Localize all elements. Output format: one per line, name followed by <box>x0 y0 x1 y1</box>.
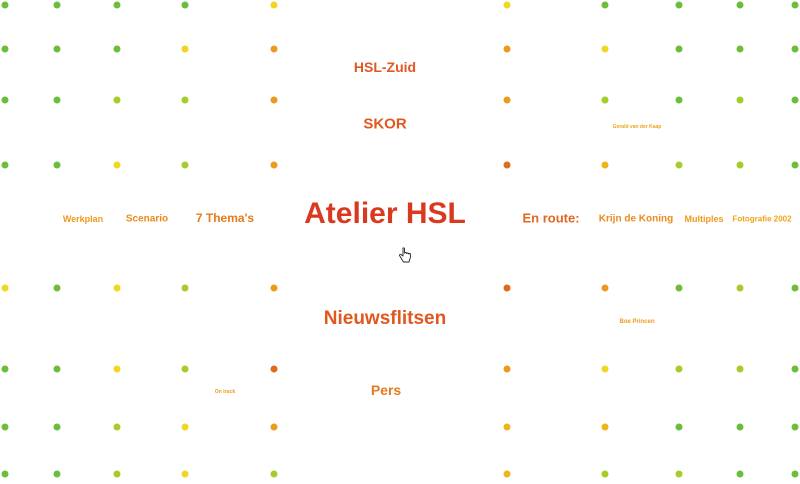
grid-dot <box>181 284 189 292</box>
nav-top-tiny[interactable] <box>636 18 637 23</box>
nav-scenario[interactable]: Scenario <box>126 214 168 225</box>
grid-dot <box>113 470 121 478</box>
grid-dot <box>675 423 683 431</box>
grid-dot <box>601 365 609 373</box>
grid-dot <box>503 284 511 292</box>
grid-dot <box>53 45 61 53</box>
grid-dot <box>181 470 189 478</box>
grid-dot <box>503 161 511 169</box>
grid-dot <box>53 365 61 373</box>
grid-dot <box>181 96 189 104</box>
grid-dot <box>791 45 799 53</box>
grid-dot <box>270 161 278 169</box>
grid-dot <box>791 423 799 431</box>
nav-boe-princen[interactable]: Boe Princen <box>619 319 654 325</box>
grid-dot <box>503 1 511 9</box>
nav-top-tiny-2[interactable] <box>636 66 637 71</box>
grid-dot <box>270 1 278 9</box>
grid-dot <box>791 365 799 373</box>
grid-dot <box>601 96 609 104</box>
grid-dot <box>736 365 744 373</box>
grid-dot <box>675 161 683 169</box>
nav-en-route[interactable]: En route: <box>522 211 579 226</box>
grid-dot <box>53 161 61 169</box>
grid-dot <box>503 96 511 104</box>
nav-on-track[interactable]: On track <box>215 389 235 395</box>
grid-dot <box>270 45 278 53</box>
grid-dot <box>270 284 278 292</box>
grid-dot <box>503 423 511 431</box>
grid-dot <box>503 470 511 478</box>
grid-dot <box>601 161 609 169</box>
grid-dot <box>736 96 744 104</box>
grid-dot <box>113 284 121 292</box>
grid-dot <box>113 45 121 53</box>
grid-dot <box>791 284 799 292</box>
grid-dot <box>1 96 9 104</box>
grid-dot <box>503 365 511 373</box>
nav-skor[interactable]: SKOR <box>363 116 406 133</box>
grid-dot <box>1 45 9 53</box>
grid-dot <box>181 45 189 53</box>
nav-nieuwsflitsen[interactable]: Nieuwsflitsen <box>324 308 446 330</box>
grid-dot <box>601 284 609 292</box>
grid-dot <box>53 284 61 292</box>
grid-dot <box>1 365 9 373</box>
grid-dot <box>1 423 9 431</box>
grid-dot <box>270 470 278 478</box>
grid-dot <box>601 423 609 431</box>
page-title[interactable]: Atelier HSL <box>304 197 466 231</box>
grid-dot <box>736 161 744 169</box>
hand-cursor-icon <box>399 247 411 263</box>
nav-hsl-zuid[interactable]: HSL-Zuid <box>354 59 416 75</box>
grid-dot <box>601 45 609 53</box>
grid-dot <box>791 470 799 478</box>
grid-dot <box>675 365 683 373</box>
grid-dot <box>113 1 121 9</box>
grid-dot <box>1 284 9 292</box>
grid-dot <box>113 161 121 169</box>
nav-bottom-tiny[interactable] <box>636 390 637 395</box>
grid-dot <box>675 96 683 104</box>
grid-dot <box>736 284 744 292</box>
grid-dot <box>675 470 683 478</box>
grid-dot <box>736 423 744 431</box>
grid-dot <box>736 470 744 478</box>
nav-werkplan[interactable]: Werkplan <box>63 214 103 224</box>
grid-dot <box>736 1 744 9</box>
grid-dot <box>181 423 189 431</box>
grid-dot <box>675 45 683 53</box>
grid-dot <box>113 96 121 104</box>
grid-dot <box>53 1 61 9</box>
nav-krijn-de-koning[interactable]: Krijn de Koning <box>599 214 673 225</box>
nav-fotografie-2002[interactable]: Fotografie 2002 <box>732 215 791 224</box>
grid-dot <box>181 365 189 373</box>
grid-dot <box>791 1 799 9</box>
grid-dot <box>675 1 683 9</box>
grid-dot <box>113 423 121 431</box>
grid-dot <box>1 470 9 478</box>
grid-dot <box>270 96 278 104</box>
grid-dot <box>270 423 278 431</box>
nav-gerald-van-der-kaap[interactable]: Gerald van der Kaap <box>613 124 662 130</box>
grid-dot <box>1 161 9 169</box>
nav-pers[interactable]: Pers <box>371 382 401 398</box>
grid-dot <box>675 284 683 292</box>
grid-dot <box>791 161 799 169</box>
nav-multiples[interactable]: Multiples <box>684 214 723 224</box>
grid-dot <box>53 470 61 478</box>
nav-7-themas[interactable]: 7 Thema's <box>196 211 254 225</box>
grid-dot <box>736 45 744 53</box>
grid-dot <box>1 1 9 9</box>
grid-dot <box>181 161 189 169</box>
grid-dot <box>601 470 609 478</box>
grid-dot <box>791 96 799 104</box>
grid-dot <box>113 365 121 373</box>
grid-dot <box>503 45 511 53</box>
grid-dot <box>181 1 189 9</box>
grid-dot <box>601 1 609 9</box>
grid-dot <box>270 365 278 373</box>
grid-dot <box>53 423 61 431</box>
grid-dot <box>53 96 61 104</box>
